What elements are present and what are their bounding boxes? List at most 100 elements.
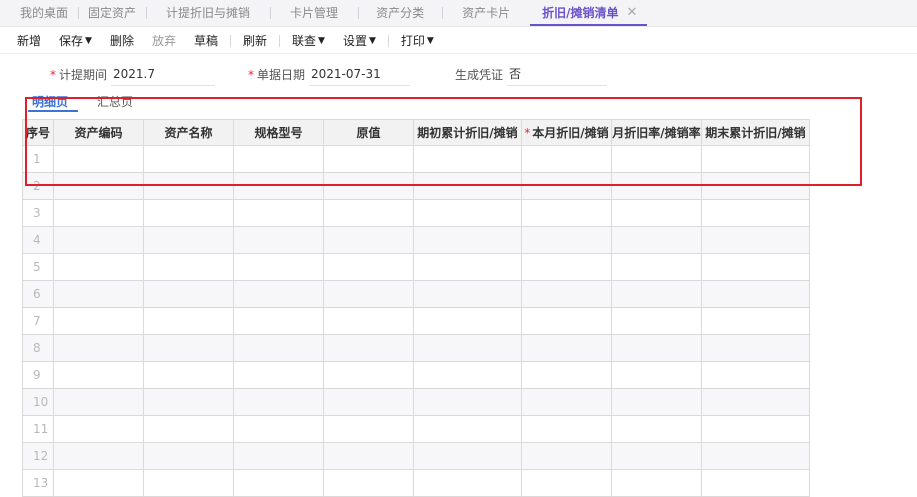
column-header-index[interactable]: 序号 [22,119,54,146]
grid-cell[interactable] [143,388,234,416]
grid-cell[interactable] [611,172,702,200]
grid-cell[interactable] [323,253,414,281]
grid-cell[interactable] [521,307,612,335]
grid-cell[interactable] [233,307,324,335]
grid-cell[interactable] [53,469,144,497]
column-header-original-value[interactable]: 原值 [323,119,414,146]
grid-cell[interactable] [143,334,234,362]
grid-cell[interactable] [323,415,414,443]
grid-cell[interactable] [233,361,324,389]
period-input[interactable]: 2021.7 [111,62,215,86]
grid-cell[interactable] [611,253,702,281]
grid-cell[interactable] [413,280,522,308]
grid-cell[interactable] [521,334,612,362]
grid-cell[interactable] [611,415,702,443]
tab-depreciation[interactable]: 计提折旧与摊销 [146,0,270,26]
grid-cell[interactable] [323,199,414,227]
grid-cell[interactable] [413,442,522,470]
grid-cell[interactable] [323,469,414,497]
grid-cell[interactable] [521,280,612,308]
grid-cell[interactable] [323,388,414,416]
column-header-monthly-rate[interactable]: 月折旧率/摊销率 [611,119,702,146]
delete-button[interactable]: 删除 [101,32,143,49]
grid-cell[interactable] [701,253,810,281]
save-button[interactable]: 保存 ▼ [50,32,101,49]
grid-cell[interactable] [53,415,144,443]
grid-cell[interactable] [53,442,144,470]
tab-card-management[interactable]: 卡片管理 [270,0,358,26]
row-index-cell[interactable]: 8 [22,334,54,362]
grid-cell[interactable] [413,361,522,389]
grid-cell[interactable] [233,172,324,200]
grid-cell[interactable] [233,199,324,227]
tab-fixed-assets[interactable]: 固定资产 [78,0,146,26]
grid-cell[interactable] [611,388,702,416]
grid-cell[interactable] [233,415,324,443]
table-row[interactable]: 2 [22,172,810,200]
grid-cell[interactable] [521,199,612,227]
grid-cell[interactable] [143,280,234,308]
grid-cell[interactable] [521,388,612,416]
column-header-spec-model[interactable]: 规格型号 [233,119,324,146]
row-index-cell[interactable]: 6 [22,280,54,308]
grid-cell[interactable] [611,145,702,173]
grid-cell[interactable] [233,388,324,416]
grid-cell[interactable] [413,415,522,443]
grid-cell[interactable] [233,145,324,173]
tab-depreciation-list[interactable]: 折旧/摊销清单 ✕ [530,0,648,26]
grid-cell[interactable] [611,199,702,227]
table-row[interactable]: 13 [22,469,810,497]
grid-cell[interactable] [233,469,324,497]
grid-cell[interactable] [521,172,612,200]
table-row[interactable]: 9 [22,361,810,389]
table-row[interactable]: 1 [22,145,810,173]
voucher-input[interactable]: 否 [507,62,607,86]
row-index-cell[interactable]: 11 [22,415,54,443]
grid-cell[interactable] [323,172,414,200]
grid-cell[interactable] [143,199,234,227]
grid-cell[interactable] [53,361,144,389]
grid-cell[interactable] [521,361,612,389]
grid-cell[interactable] [143,361,234,389]
grid-cell[interactable] [323,307,414,335]
row-index-cell[interactable]: 4 [22,226,54,254]
grid-cell[interactable] [323,280,414,308]
grid-cell[interactable] [143,442,234,470]
draft-button[interactable]: 草稿 [185,32,227,49]
grid-cell[interactable] [413,307,522,335]
grid-cell[interactable] [143,307,234,335]
grid-cell[interactable] [233,253,324,281]
grid-cell[interactable] [521,469,612,497]
grid-cell[interactable] [611,307,702,335]
grid-cell[interactable] [323,226,414,254]
date-input[interactable]: 2021-07-31 [309,62,410,86]
grid-cell[interactable] [53,307,144,335]
grid-cell[interactable] [143,226,234,254]
grid-cell[interactable] [521,415,612,443]
grid-cell[interactable] [323,145,414,173]
grid-cell[interactable] [611,469,702,497]
grid-cell[interactable] [233,334,324,362]
grid-cell[interactable] [53,280,144,308]
grid-cell[interactable] [611,280,702,308]
grid-cell[interactable] [413,199,522,227]
grid-cell[interactable] [611,442,702,470]
row-index-cell[interactable]: 9 [22,361,54,389]
column-header-opening-accumulated[interactable]: 期初累计折旧/摊销 [413,119,522,146]
grid-cell[interactable] [233,442,324,470]
row-index-cell[interactable]: 2 [22,172,54,200]
column-header-asset-name[interactable]: 资产名称 [143,119,234,146]
grid-cell[interactable] [701,361,810,389]
grid-cell[interactable] [53,253,144,281]
grid-cell[interactable] [413,145,522,173]
grid-cell[interactable] [521,253,612,281]
print-button[interactable]: 打印 ▼ [392,32,443,49]
table-row[interactable]: 5 [22,253,810,281]
grid-cell[interactable] [53,334,144,362]
grid-cell[interactable] [701,199,810,227]
row-index-cell[interactable]: 12 [22,442,54,470]
table-row[interactable]: 7 [22,307,810,335]
grid-cell[interactable] [143,469,234,497]
column-header-closing-accumulated[interactable]: 期末累计折旧/摊销 [701,119,810,146]
grid-cell[interactable] [701,172,810,200]
